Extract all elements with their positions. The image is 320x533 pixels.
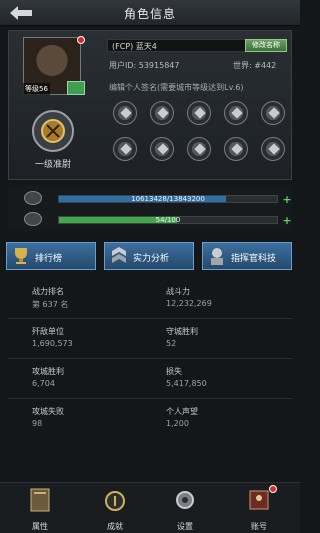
gear-icon (176, 491, 194, 509)
power-plus-button[interactable]: + (282, 215, 292, 226)
notification-dot (77, 36, 85, 44)
stat-label: 战斗力 (166, 287, 190, 296)
medal-icon[interactable] (224, 101, 248, 125)
book-icon (30, 488, 50, 512)
divider (8, 398, 292, 399)
commander-icon (211, 248, 223, 265)
stat-power-rank: 战力排名 第 637 名 (32, 286, 162, 310)
nav-account-label: 账号 (251, 522, 267, 531)
stat-attack-wins: 攻城胜利 6,704 (32, 366, 162, 388)
nav-achievements-label: 成就 (107, 522, 123, 531)
nav-settings-label: 设置 (177, 522, 193, 531)
tab-analysis-label: 实力分析 (133, 254, 170, 264)
exp-icon (24, 191, 42, 205)
medal-icon[interactable] (224, 137, 248, 161)
level-badge-icon (67, 81, 85, 95)
stat-value: 5,417,850 (166, 379, 207, 388)
tab-analysis[interactable]: 实力分析 (104, 242, 194, 270)
rank-name: 一级准尉 (34, 160, 71, 170)
stat-label: 攻城胜利 (32, 367, 64, 376)
power-text: 54/100 (155, 216, 181, 224)
action-tabs: 排行榜 实力分析 指挥官科技 (6, 242, 294, 270)
top-bar: 角色信息 (0, 0, 300, 26)
signature-edit[interactable]: 编辑个人签名(需要城市等级达到Lv.6) (109, 82, 243, 93)
medal-icon[interactable] (150, 137, 174, 161)
stat-label: 个人声望 (166, 407, 198, 416)
divider (8, 318, 292, 319)
stats-table: 战力排名 第 637 名 战斗力 12,232,269 歼敌单位 1,690,5… (8, 280, 292, 470)
stat-attack-losses: 攻城失败 98 (32, 406, 162, 428)
rank-emblem-icon (32, 110, 74, 152)
exp-text: 10613428/13843200 (131, 195, 205, 203)
bottom-navigation: 属性 成就 设置 账号 (0, 482, 300, 533)
stat-value: 第 637 名 (32, 300, 69, 309)
nav-attributes-label: 属性 (32, 522, 48, 531)
chevron-badge-icon (112, 247, 126, 263)
profile-panel: 等级56 一级准尉 (FCP) 蓝天4 修改名称 用户ID: 53915847 … (8, 30, 292, 180)
stat-defense-wins: 守城胜利 52 (166, 326, 296, 348)
world-id: 世界: #442 (233, 61, 277, 70)
lock-icon[interactable] (261, 137, 285, 161)
player-level: 等级56 (23, 83, 50, 95)
stat-value: 1,690,573 (32, 339, 73, 348)
stat-value: 6,704 (32, 379, 55, 388)
nav-account[interactable]: 账号 (229, 483, 289, 533)
stat-value: 1,200 (166, 419, 189, 428)
account-icon (249, 490, 269, 510)
stat-combat-power: 战斗力 12,232,269 (166, 286, 296, 308)
power-icon (24, 212, 42, 226)
medal-icon[interactable] (187, 101, 211, 125)
tab-commander-tech[interactable]: 指挥官科技 (202, 242, 292, 270)
nav-achievements[interactable]: 成就 (85, 483, 145, 533)
medal-icon[interactable] (187, 137, 211, 161)
notification-dot (269, 485, 277, 493)
stat-label: 战力排名 (32, 287, 64, 296)
trophy-icon (15, 248, 27, 264)
stat-units-killed: 歼敌单位 1,690,573 (32, 326, 162, 348)
divider (8, 358, 292, 359)
tab-ranking-label: 排行榜 (35, 254, 63, 264)
user-id: 用户ID: 53915847 (109, 61, 180, 70)
nav-attributes[interactable]: 属性 (10, 483, 70, 533)
page-title: 角色信息 (123, 7, 176, 21)
medal-icon[interactable] (150, 101, 174, 125)
rename-button[interactable]: 修改名称 (245, 39, 287, 52)
medal-icon[interactable] (261, 101, 285, 125)
medal-icon[interactable] (113, 137, 137, 161)
stat-label: 攻城失败 (32, 407, 64, 416)
player-name: (FCP) 蓝天4 (112, 42, 157, 51)
stat-value: 98 (32, 419, 43, 428)
nav-settings[interactable]: 设置 (155, 483, 215, 533)
stat-label: 守城胜利 (166, 327, 198, 336)
stat-value: 52 (166, 339, 177, 348)
achievement-medal-icon (105, 491, 125, 511)
stat-label: 损失 (166, 367, 182, 376)
stat-reputation: 个人声望 1,200 (166, 406, 296, 428)
tab-commander-tech-label: 指挥官科技 (231, 254, 277, 264)
stat-losses: 损失 5,417,850 (166, 366, 296, 388)
exp-bar: 10613428/13843200 (58, 195, 278, 203)
medal-icon[interactable] (113, 101, 137, 125)
stat-value: 12,232,269 (166, 299, 212, 308)
progress-bars: 10613428/13843200 + 54/100 + (8, 185, 292, 231)
tab-ranking[interactable]: 排行榜 (6, 242, 96, 270)
exp-plus-button[interactable]: + (282, 194, 292, 205)
power-bar: 54/100 (58, 216, 278, 224)
stat-label: 歼敌单位 (32, 327, 64, 336)
